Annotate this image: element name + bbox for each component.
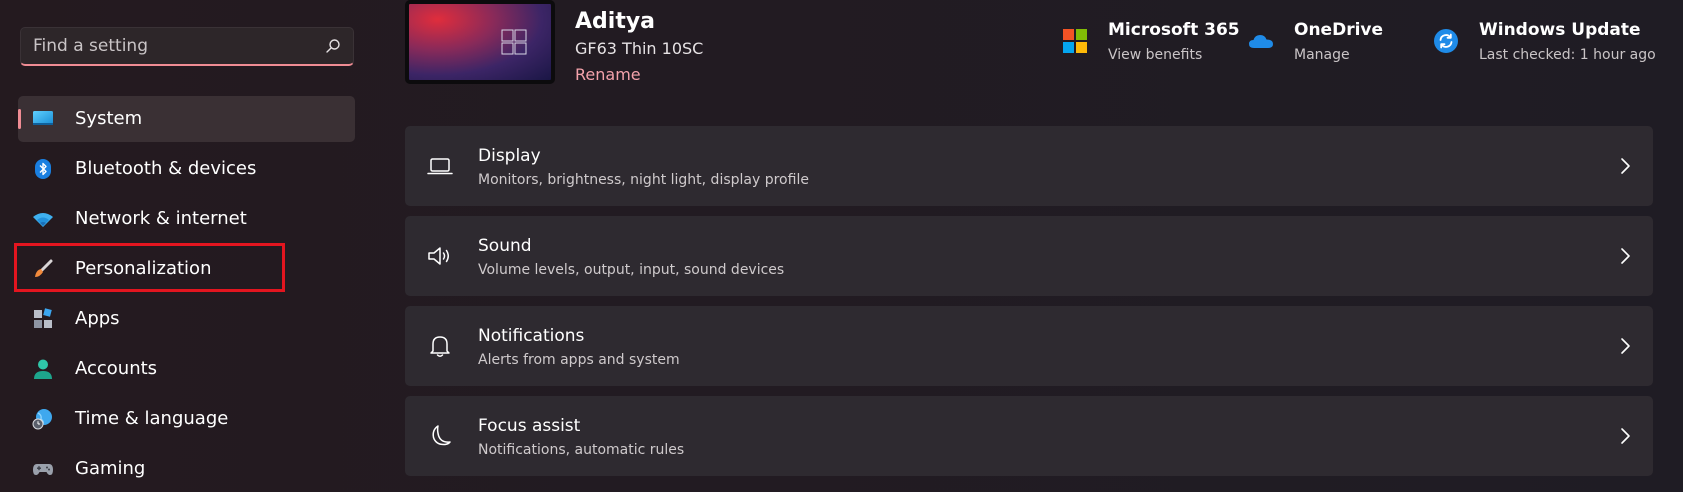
card-title: Notifications: [478, 326, 585, 346]
bell-icon: [430, 336, 450, 357]
search-icon[interactable]: [325, 38, 341, 54]
search-box[interactable]: [20, 27, 354, 66]
sidebar-item-label: Time & language: [75, 408, 229, 429]
quick-link-title: Windows Update: [1479, 20, 1641, 40]
quick-link-title: OneDrive: [1294, 20, 1384, 40]
microsoft-logo-icon: [1063, 29, 1087, 53]
sidebar-item-label: Apps: [75, 308, 120, 329]
card-title: Display: [478, 146, 541, 166]
settings-card-sound[interactable]: Sound Volume levels, output, input, soun…: [405, 216, 1653, 296]
chevron-right-icon: [1621, 248, 1630, 264]
card-subtitle: Notifications, automatic rules: [478, 442, 685, 458]
cloud-icon: [1249, 35, 1273, 48]
quick-link-windows-update[interactable]: Windows Update Last checked: 1 hour ago: [1433, 20, 1658, 70]
card-subtitle: Alerts from apps and system: [478, 352, 680, 368]
sidebar-item-gaming[interactable]: Gaming: [18, 446, 355, 492]
bluetooth-icon: [35, 159, 51, 179]
sidebar-item-accounts[interactable]: Accounts: [18, 346, 355, 392]
sidebar-item-time-language[interactable]: Time & language: [18, 396, 355, 442]
sidebar: System Bluetooth & devices Network & int…: [0, 0, 370, 489]
settings-card-focus-assist[interactable]: Focus assist Notifications, automatic ru…: [405, 396, 1653, 476]
quick-link-title: Microsoft 365: [1108, 20, 1240, 40]
card-title: Sound: [478, 236, 532, 256]
card-subtitle: Monitors, brightness, night light, displ…: [478, 172, 809, 188]
wifi-icon: [33, 213, 53, 227]
chevron-right-icon: [1621, 338, 1630, 354]
speaker-icon: [428, 247, 449, 265]
quick-link-microsoft-365[interactable]: Microsoft 365 View benefits: [1062, 20, 1240, 70]
rename-link[interactable]: Rename: [575, 65, 641, 84]
monitor-icon: [33, 111, 53, 125]
sidebar-item-label: System: [75, 108, 143, 129]
card-subtitle: Volume levels, output, input, sound devi…: [478, 262, 785, 278]
windows-logo-icon: [501, 29, 527, 55]
sidebar-item-network-internet[interactable]: Network & internet: [18, 196, 355, 242]
sidebar-item-apps[interactable]: Apps: [18, 296, 355, 342]
device-name: Aditya: [575, 9, 656, 34]
search-input[interactable]: [21, 28, 311, 64]
sidebar-item-bluetooth-devices[interactable]: Bluetooth & devices: [18, 146, 355, 192]
chevron-right-icon: [1621, 428, 1630, 444]
sidebar-item-label: Accounts: [75, 358, 158, 379]
sync-icon: [1434, 29, 1458, 53]
apps-icon: [34, 308, 52, 328]
quick-link-subtitle: Manage: [1294, 47, 1350, 63]
gamepad-icon: [33, 464, 53, 475]
globe-clock-icon: [32, 409, 52, 430]
quick-link-subtitle: View benefits: [1108, 47, 1203, 63]
settings-card-display[interactable]: Display Monitors, brightness, night ligh…: [405, 126, 1653, 206]
person-icon: [34, 359, 52, 379]
sidebar-item-label: Bluetooth & devices: [75, 158, 257, 179]
chevron-right-icon: [1621, 158, 1630, 174]
card-title: Focus assist: [478, 416, 581, 436]
laptop-icon: [427, 158, 453, 175]
highlight-annotation: [14, 243, 285, 292]
sidebar-item-system[interactable]: System: [18, 96, 355, 142]
device-thumbnail[interactable]: [405, 0, 555, 84]
quick-link-onedrive[interactable]: OneDrive Manage: [1248, 20, 1398, 70]
device-model: GF63 Thin 10SC: [575, 39, 704, 58]
moon-icon: [432, 425, 451, 446]
sidebar-item-label: Network & internet: [75, 208, 247, 229]
settings-card-notifications[interactable]: Notifications Alerts from apps and syste…: [405, 306, 1653, 386]
sidebar-item-label: Gaming: [75, 458, 146, 479]
quick-link-subtitle: Last checked: 1 hour ago: [1479, 47, 1656, 63]
